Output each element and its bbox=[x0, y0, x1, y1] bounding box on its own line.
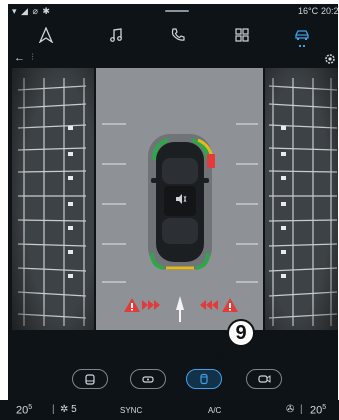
nav-item-apps[interactable] bbox=[230, 24, 254, 46]
fan-control[interactable]: ✲ 5 bbox=[60, 404, 77, 415]
outside-temperature: 16°C bbox=[298, 6, 319, 16]
navigation-icon bbox=[38, 27, 54, 43]
nav-item-vehicle[interactable] bbox=[290, 24, 314, 47]
nav-item-navigation[interactable] bbox=[34, 24, 58, 46]
rear-camera-icon bbox=[85, 374, 95, 385]
left-temperature[interactable]: 205 bbox=[16, 404, 32, 417]
camera-mode-bar bbox=[8, 364, 338, 392]
left-parking-lines bbox=[12, 68, 94, 330]
front-camera-icon bbox=[142, 376, 154, 383]
sync-button[interactable]: SYNC bbox=[120, 406, 142, 415]
top-view-icon bbox=[200, 373, 208, 385]
front-camera-button[interactable] bbox=[130, 369, 166, 389]
divider-right: | bbox=[300, 404, 303, 415]
fan-speed: 5 bbox=[71, 404, 77, 415]
status-icons: ▾ ◢ ⌀ ✱ bbox=[12, 6, 51, 16]
sub-header: ← ⁝ bbox=[8, 50, 338, 66]
top-view-button[interactable] bbox=[186, 369, 222, 389]
left-temp-decimal: 5 bbox=[28, 404, 33, 411]
defrost-icon[interactable]: ✇ bbox=[286, 404, 294, 415]
gear-icon[interactable] bbox=[324, 53, 336, 65]
phone-icon bbox=[171, 28, 185, 41]
top-navigation bbox=[8, 20, 338, 48]
back-button[interactable]: ← bbox=[14, 52, 25, 64]
separator: ⁝ bbox=[31, 52, 35, 63]
right-parking-lines bbox=[265, 68, 338, 330]
right-temp-value: 20 bbox=[310, 404, 323, 417]
nav-item-phone[interactable] bbox=[166, 24, 190, 46]
fan-icon: ✲ bbox=[60, 404, 69, 415]
nav-item-music[interactable] bbox=[104, 24, 128, 46]
right-temperature[interactable]: 205 bbox=[310, 404, 326, 417]
top-view-camera bbox=[96, 68, 263, 330]
divider: | bbox=[52, 404, 55, 415]
side-camera-icon bbox=[258, 375, 271, 383]
ac-button[interactable]: A/C bbox=[208, 406, 221, 415]
notification-handle[interactable] bbox=[165, 10, 189, 12]
rear-camera-button[interactable] bbox=[72, 369, 108, 389]
side-camera-button[interactable] bbox=[246, 369, 282, 389]
infotainment-screen: ▾ ◢ ⌀ ✱ 16°C 20:23 ← ⁝ bbox=[8, 4, 338, 400]
music-note-icon bbox=[110, 28, 122, 42]
left-temp-value: 20 bbox=[16, 404, 29, 417]
clock: 20:23 bbox=[321, 6, 338, 16]
callout-marker: 9 bbox=[227, 319, 255, 347]
climate-bar: 205 | ✲ 5 SYNC A/C ✇ | 205 bbox=[0, 400, 339, 420]
status-bar: ▾ ◢ ⌀ ✱ 16°C 20:23 bbox=[8, 4, 338, 20]
top-view-scene bbox=[96, 68, 263, 330]
right-side-camera-view bbox=[265, 68, 338, 330]
car-icon bbox=[295, 30, 309, 40]
left-side-camera-view bbox=[12, 68, 94, 330]
apps-grid-icon bbox=[235, 28, 249, 42]
right-temp-decimal: 5 bbox=[322, 404, 327, 411]
